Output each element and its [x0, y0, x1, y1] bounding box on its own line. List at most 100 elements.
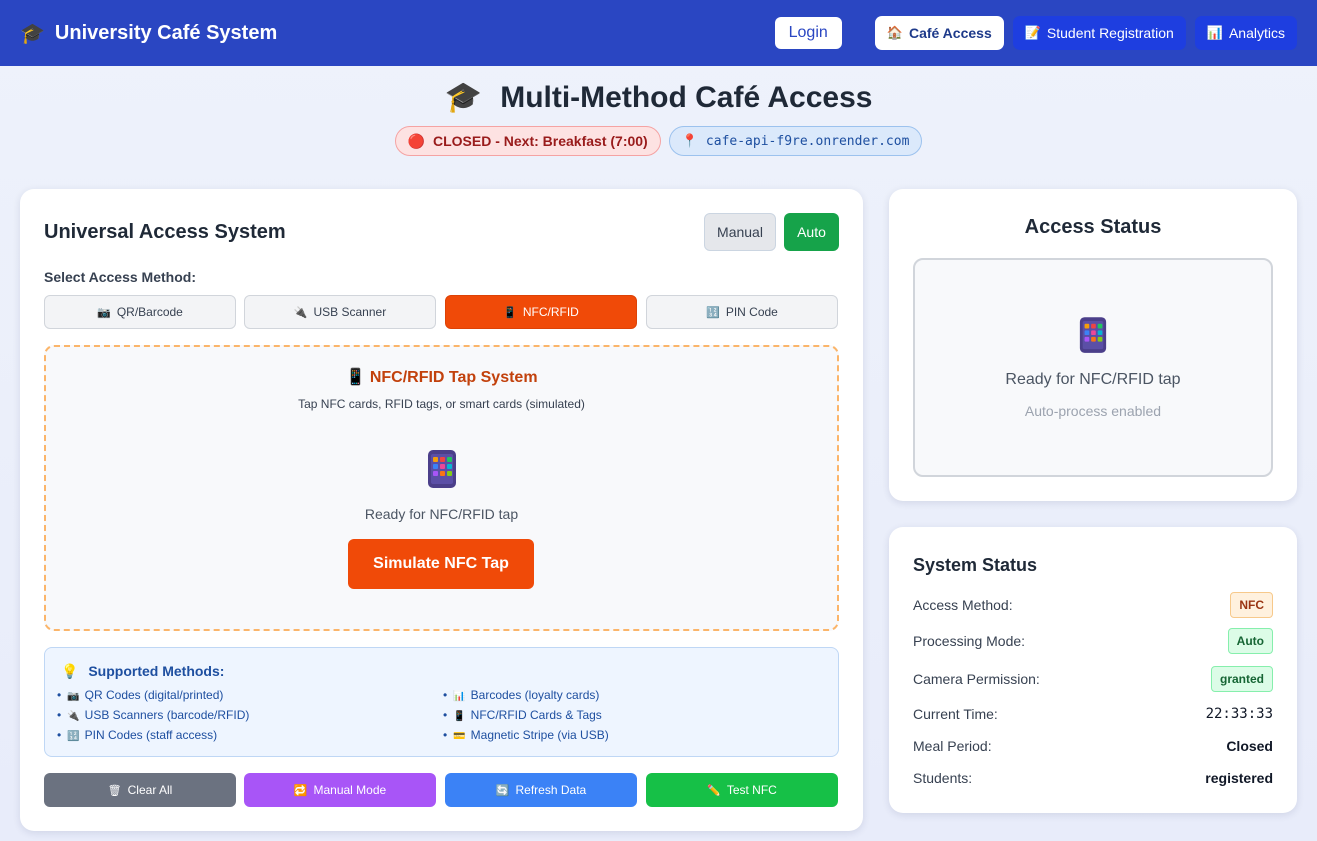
- bar-chart-icon: 📊: [1206, 25, 1223, 40]
- clear-all-button[interactable]: 🗑 Clear All: [44, 773, 236, 807]
- status-row-camera-permission: Camera Permission: granted: [913, 666, 1273, 692]
- camera-icon: 📷: [97, 306, 111, 319]
- auto-process-text: Auto-process enabled: [1024, 403, 1162, 419]
- credit-card-icon: 💳: [453, 731, 466, 742]
- current-time-value: 22:33:33: [1205, 706, 1273, 722]
- manual-mode-button[interactable]: Manual: [704, 213, 776, 251]
- button-label: Refresh Data: [515, 783, 587, 797]
- access-status-card: Access Status Ready for NFC/RFID tap Aut…: [889, 189, 1297, 501]
- method-nfc-rfid[interactable]: 📱 NFC/RFID: [445, 295, 637, 329]
- status-row-meal-period: Meal Period: Closed: [913, 738, 1273, 754]
- nfc-ready-text: Ready for NFC/RFID tap: [364, 506, 519, 522]
- supported-label: USB Scanners (barcode/RFID): [84, 708, 250, 722]
- method-label: USB Scanner: [313, 305, 387, 319]
- auto-mode-button[interactable]: Auto: [784, 213, 839, 251]
- plug-icon: 🔌: [293, 306, 308, 319]
- api-endpoint-text: cafe-api-f9re.onrender.com: [705, 133, 910, 149]
- method-label: PIN Code: [725, 305, 778, 319]
- universal-access-card: Universal Access System Manual Auto Sele…: [20, 189, 863, 831]
- manual-mode-action-button[interactable]: 🔁 Manual Mode: [244, 773, 436, 807]
- method-label: NFC/RFID: [522, 305, 579, 319]
- access-status-title: Access Status: [1024, 216, 1162, 238]
- select-method-label: Select Access Method:: [44, 269, 196, 285]
- trash-icon: 🗑: [107, 784, 122, 797]
- supported-label: Magnetic Stripe (via USB): [470, 728, 609, 742]
- api-endpoint-badge: 📍 cafe-api-f9re.onrender.com: [668, 126, 923, 156]
- brand-title: University Café System: [54, 21, 278, 44]
- access-status-box: Ready for NFC/RFID tap Auto-process enab…: [913, 258, 1273, 477]
- memo-icon: 📝: [1024, 25, 1041, 40]
- pencil-icon: ✏️: [707, 784, 721, 797]
- supported-label: Barcodes (loyalty cards): [470, 688, 600, 702]
- test-nfc-button[interactable]: ✏️ Test NFC: [646, 773, 838, 807]
- students-value: registered: [1205, 770, 1273, 786]
- list-item: • 📷 QR Codes (digital/printed): [57, 688, 224, 702]
- status-pills: 🔴 CLOSED - Next: Breakfast (7:00) 📍 cafe…: [0, 126, 1317, 156]
- phone-icon: 📱: [503, 306, 517, 319]
- cafe-status-badge: 🔴 CLOSED - Next: Breakfast (7:00): [394, 126, 661, 156]
- access-ready-text: Ready for NFC/RFID tap: [1005, 371, 1181, 388]
- supported-title-text: Supported Methods:: [88, 663, 225, 679]
- nav-bar: Login 🏠 Café Access 📝 Student Registrati…: [774, 16, 1297, 50]
- plug-icon: 🔌: [67, 711, 80, 722]
- login-button[interactable]: Login: [774, 17, 842, 49]
- list-item: • 🔌 USB Scanners (barcode/RFID): [57, 708, 250, 722]
- nfc-subtitle: Tap NFC cards, RFID tags, or smart cards…: [298, 397, 585, 411]
- supported-label: NFC/RFID Cards & Tags: [470, 708, 602, 722]
- supported-label: QR Codes (digital/printed): [84, 688, 224, 702]
- tab-label: Analytics: [1228, 25, 1285, 41]
- tab-label: Student Registration: [1046, 25, 1174, 41]
- method-label: QR/Barcode: [116, 305, 183, 319]
- list-item: • 📱 NFC/RFID Cards & Tags: [443, 708, 602, 722]
- numbers-icon: 🔢: [706, 306, 720, 319]
- list-item: • 💳 Magnetic Stripe (via USB): [443, 728, 609, 742]
- button-label: Clear All: [127, 783, 173, 797]
- tab-cafe-access[interactable]: 🏠 Café Access: [874, 16, 1004, 50]
- method-qr-barcode[interactable]: 📷 QR/Barcode: [44, 295, 236, 329]
- brand[interactable]: 🎓 University Café System: [20, 21, 277, 46]
- status-row-processing-mode: Processing Mode: Auto: [913, 628, 1273, 654]
- phone-icon: 📱: [453, 711, 466, 722]
- simulate-nfc-button[interactable]: Simulate NFC Tap: [348, 539, 534, 589]
- status-badge: granted: [1210, 666, 1273, 692]
- row-label: Processing Mode:: [913, 633, 1026, 649]
- tab-student-registration[interactable]: 📝 Student Registration: [1012, 16, 1186, 50]
- graduation-cap-icon: 🎓: [444, 81, 482, 114]
- supported-title: 💡 Supported Methods:: [61, 663, 224, 680]
- numbers-icon: 🔢: [67, 731, 80, 742]
- graduation-cap-icon: 🎓: [20, 22, 45, 45]
- row-label: Current Time:: [913, 706, 998, 722]
- home-icon: 🏠: [886, 25, 903, 40]
- meal-period-value: Closed: [1226, 738, 1273, 754]
- list-item: • 📊 Barcodes (loyalty cards): [443, 688, 600, 702]
- method-pin-code[interactable]: 🔢 PIN Code: [646, 295, 838, 329]
- red-circle-icon: 🔴: [407, 132, 425, 149]
- nfc-device-icon: [1078, 316, 1108, 359]
- lightbulb-icon: 💡: [61, 663, 79, 679]
- nfc-title-text: NFC/RFID Tap System: [369, 369, 538, 386]
- tab-label: Café Access: [908, 25, 992, 41]
- status-row-access-method: Access Method: NFC: [913, 592, 1273, 618]
- refresh-data-button[interactable]: 🔄 Refresh Data: [445, 773, 637, 807]
- refresh-icon: 🔄: [495, 784, 510, 797]
- row-label: Access Method:: [913, 597, 1013, 613]
- page-title-text: Multi-Method Café Access: [500, 81, 873, 114]
- row-label: Students:: [913, 770, 973, 786]
- system-status-title: System Status: [913, 555, 1038, 575]
- button-label: Manual Mode: [313, 783, 387, 797]
- page-title: 🎓 Multi-Method Café Access: [0, 80, 1317, 115]
- bar-chart-icon: 📊: [453, 691, 466, 702]
- card-title: Universal Access System: [44, 221, 286, 243]
- status-badge: Auto: [1227, 628, 1273, 654]
- cafe-status-text: CLOSED - Next: Breakfast (7:00): [433, 133, 648, 149]
- method-usb-scanner[interactable]: 🔌 USB Scanner: [244, 295, 436, 329]
- pin-icon: 📍: [681, 133, 698, 149]
- top-navbar: 🎓 University Café System Login 🏠 Café Ac…: [0, 0, 1317, 66]
- supported-methods-panel: 💡 Supported Methods: • 📷 QR Codes (digital…: [44, 647, 839, 757]
- status-badge: NFC: [1230, 592, 1273, 618]
- camera-icon: 📷: [67, 691, 80, 702]
- nfc-device-icon: [426, 449, 458, 494]
- button-label: Test NFC: [726, 783, 777, 797]
- nfc-panel-title: 📱 NFC/RFID Tap System: [46, 367, 837, 387]
- tab-analytics[interactable]: 📊 Analytics: [1194, 16, 1297, 50]
